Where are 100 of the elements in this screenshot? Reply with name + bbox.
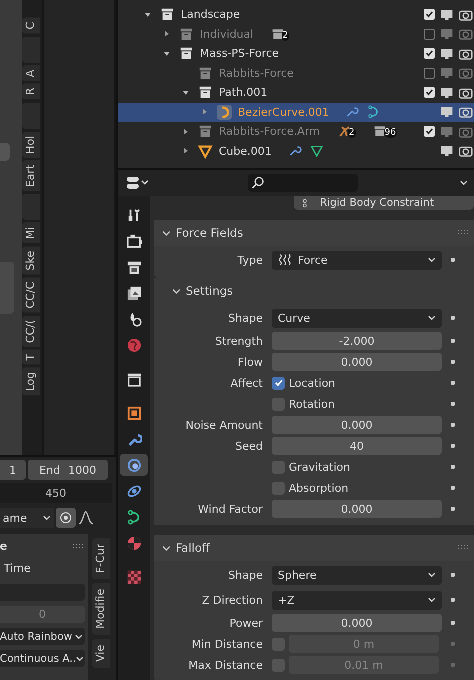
triangle-icon[interactable] — [310, 144, 324, 158]
number-field[interactable]: 0.000 — [272, 416, 442, 434]
checkmark-icon — [425, 88, 434, 98]
mode-dropdown[interactable]: ame — [0, 508, 54, 528]
checkbox[interactable] — [272, 658, 285, 672]
outliner-row[interactable]: Mass-PS-Force — [118, 44, 474, 64]
checkmark-icon — [425, 127, 434, 136]
field-label: Type — [238, 254, 263, 266]
sidebar-tab[interactable]: F-Cur — [92, 538, 110, 580]
wrench-icon — [126, 432, 142, 446]
expand-arrow-icon[interactable] — [163, 50, 171, 58]
number-field[interactable]: 40 — [272, 437, 442, 455]
collapse-arrow-icon[interactable] — [163, 30, 171, 38]
item-name: Individual — [200, 28, 254, 41]
sidebar-tab[interactable]: CC/( — [22, 316, 40, 347]
curve-icon — [126, 510, 142, 524]
checkbox[interactable] — [424, 28, 435, 40]
checkbox-label[interactable]: Absorption — [289, 482, 349, 494]
wrench-icon[interactable] — [288, 144, 302, 158]
monitor-icon[interactable] — [440, 46, 454, 61]
outliner-row[interactable]: Rabbits-Force — [118, 64, 474, 83]
drag-handle-icon[interactable] — [458, 230, 470, 236]
chevron-icon — [76, 654, 84, 662]
sidebar-tab[interactable]: CC/C — [22, 278, 40, 312]
drag-handle-icon[interactable] — [458, 545, 470, 551]
sidebar-tab[interactable]: Vie — [92, 639, 110, 669]
search-field[interactable] — [248, 174, 358, 192]
checkbox[interactable] — [272, 460, 285, 474]
outliner-row[interactable]: Path.001 — [118, 83, 474, 102]
child-count-badge: 2 — [338, 125, 356, 138]
sidebar-tab[interactable]: Mi — [22, 223, 40, 244]
checkbox[interactable] — [272, 482, 285, 494]
sidebar-tab[interactable]: Log — [22, 368, 40, 396]
rigid-body-constraint-button[interactable]: Rigid Body Constraint — [294, 196, 474, 210]
camera-icon[interactable] — [459, 144, 473, 158]
dropdown[interactable]: +Z — [272, 590, 442, 610]
monitor-icon[interactable] — [440, 8, 454, 22]
expand-arrow-icon[interactable] — [182, 88, 190, 97]
proportional-toggle-icon[interactable] — [56, 508, 76, 528]
monitor-icon[interactable] — [440, 86, 454, 100]
field-label: Max Distance — [188, 658, 263, 672]
checkbox-label[interactable]: Gravitation — [289, 460, 350, 474]
outliner-row[interactable]: Landscape — [118, 5, 474, 24]
outliner-row[interactable]: BezierCurve.001 — [118, 102, 474, 122]
monitor-icon[interactable] — [440, 105, 454, 120]
number-field[interactable]: 0.000 — [272, 614, 442, 632]
number-field[interactable]: -2.000 — [272, 332, 442, 350]
outliner-row[interactable]: Rabbits-Force.Arm 2 96 — [118, 122, 474, 142]
panel-header[interactable]: Settings — [154, 278, 474, 304]
expand-arrow-icon[interactable] — [144, 10, 152, 19]
sidebar-tab[interactable]: Eart — [22, 160, 40, 192]
collapse-arrow-icon[interactable] — [182, 147, 190, 156]
chevron-icon — [43, 514, 51, 522]
item-name: BezierCurve.001 — [238, 106, 330, 119]
sidebar-tab[interactable]: Modifie — [92, 583, 110, 636]
checkbox[interactable] — [272, 638, 285, 650]
sidebar-tab[interactable]: C — [22, 18, 40, 34]
sidebar-tab[interactable]: A — [22, 66, 40, 82]
sidebar-tab[interactable]: Ske — [22, 247, 40, 275]
outliner-row[interactable]: Individual 2 — [118, 24, 474, 44]
checkbox[interactable] — [272, 398, 285, 410]
chevron-icon — [162, 544, 171, 552]
checkbox[interactable] — [424, 68, 435, 79]
sidebar-tab[interactable]: Hol — [22, 132, 40, 158]
monitor-icon[interactable] — [440, 144, 454, 158]
options-chevron-icon[interactable] — [460, 179, 468, 187]
field-label: Min Distance — [192, 638, 263, 650]
current-frame-field[interactable]: 450 — [0, 483, 112, 503]
child-count-badge: 2 — [272, 28, 290, 41]
drag-handle-icon[interactable] — [73, 544, 85, 550]
panel-header[interactable]: Falloff — [154, 535, 474, 561]
editor-type-icon[interactable] — [126, 175, 150, 191]
panel-title[interactable]: e — [0, 540, 8, 553]
wrench-icon[interactable] — [345, 105, 360, 120]
checkbox-label[interactable]: Location — [289, 376, 336, 390]
end-frame-field[interactable]: End 1000 — [28, 460, 108, 480]
extrapolation-dropdown[interactable]: Continuous A.. — [0, 650, 85, 667]
start-frame-field[interactable]: 1 — [0, 460, 26, 480]
falloff-curve-icon[interactable] — [78, 510, 94, 526]
checkbox-label[interactable]: Rotation — [289, 398, 336, 410]
collapse-arrow-icon[interactable] — [201, 108, 209, 116]
collapse-arrow-icon[interactable] — [182, 128, 190, 136]
camera-icon[interactable] — [459, 105, 473, 120]
dropdown[interactable]: Force — [272, 250, 442, 270]
sidebar-tab[interactable]: R — [22, 84, 40, 100]
camera-icon — [126, 234, 142, 248]
field-label: Affect — [230, 376, 263, 390]
checkbox[interactable] — [272, 376, 285, 390]
box-icon — [198, 124, 213, 140]
number-field[interactable]: 0.000 — [272, 500, 442, 518]
color-mode-dropdown[interactable]: Auto Rainbow — [0, 628, 85, 645]
dropdown[interactable]: Curve — [272, 308, 442, 328]
wave-icon — [278, 253, 292, 267]
box-icon — [198, 66, 213, 81]
properties-tab[interactable] — [120, 454, 148, 476]
outliner-row[interactable]: Cube.001 — [118, 142, 474, 161]
panel-header[interactable]: Force Fields — [154, 220, 474, 246]
sidebar-tab[interactable]: T — [22, 350, 40, 365]
dropdown[interactable]: Sphere — [272, 566, 442, 584]
number-field[interactable]: 0.000 — [272, 353, 442, 371]
